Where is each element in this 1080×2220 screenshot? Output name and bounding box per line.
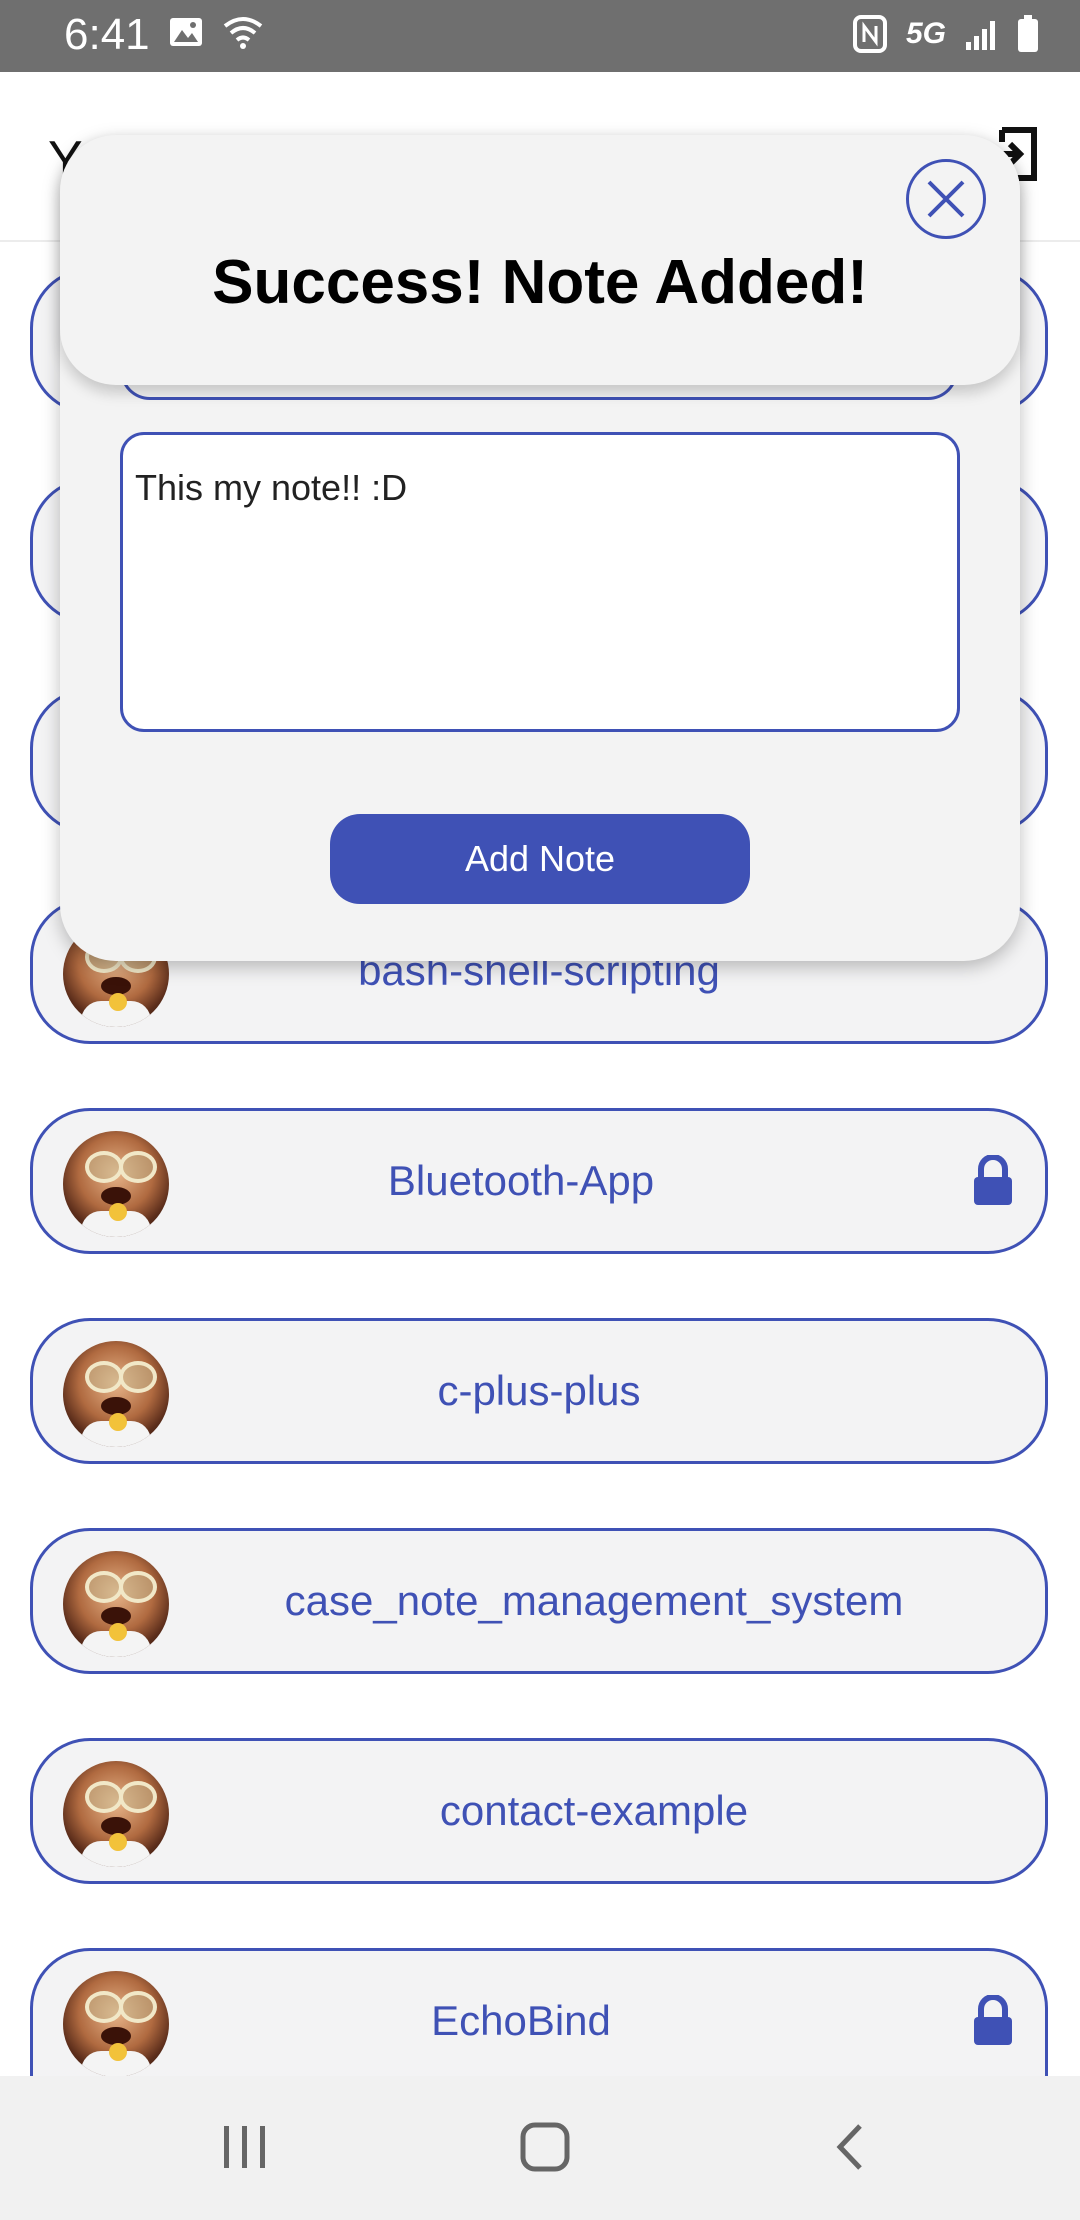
- back-icon[interactable]: [830, 2122, 870, 2172]
- success-toast: Success! Note Added!: [60, 135, 1020, 385]
- add-note-modal: This my note!! :D Add Note Success! Note…: [60, 135, 1020, 961]
- repo-card[interactable]: EchoBind: [30, 1948, 1048, 2077]
- repo-card[interactable]: Bluetooth-App: [30, 1108, 1048, 1254]
- battery-icon: [1018, 15, 1038, 52]
- repo-card[interactable]: contact-example: [30, 1738, 1048, 1884]
- status-time: 6:41: [64, 10, 150, 59]
- image-icon: [170, 18, 202, 46]
- home-icon[interactable]: [520, 2122, 570, 2172]
- note-textarea[interactable]: This my note!! :D: [120, 432, 960, 732]
- lock-icon: [974, 1995, 1012, 2045]
- wifi-icon: [223, 17, 263, 49]
- close-button[interactable]: [906, 159, 986, 239]
- lock-icon: [974, 1155, 1012, 1205]
- repo-name: case_note_management_system: [284, 1577, 904, 1624]
- repo-name: Bluetooth-App: [387, 1157, 655, 1204]
- recent-apps-icon[interactable]: [220, 2122, 270, 2172]
- nfc-icon: [852, 15, 887, 53]
- signal-icon: [966, 21, 995, 50]
- repo-name: contact-example: [439, 1787, 749, 1834]
- system-nav-bar: [0, 2076, 1080, 2220]
- network-type: 5G: [905, 17, 946, 50]
- toast-title: Success! Note Added!: [212, 248, 868, 317]
- repo-card[interactable]: case_note_management_system: [30, 1528, 1048, 1674]
- repo-card[interactable]: c-plus-plus: [30, 1318, 1048, 1464]
- repo-name: c-plus-plus: [437, 1367, 641, 1414]
- repo-name: EchoBind: [431, 1997, 611, 2044]
- add-note-button[interactable]: Add Note: [330, 814, 750, 904]
- status-bar: 6:41 5G: [0, 0, 1080, 72]
- close-icon: [927, 180, 965, 218]
